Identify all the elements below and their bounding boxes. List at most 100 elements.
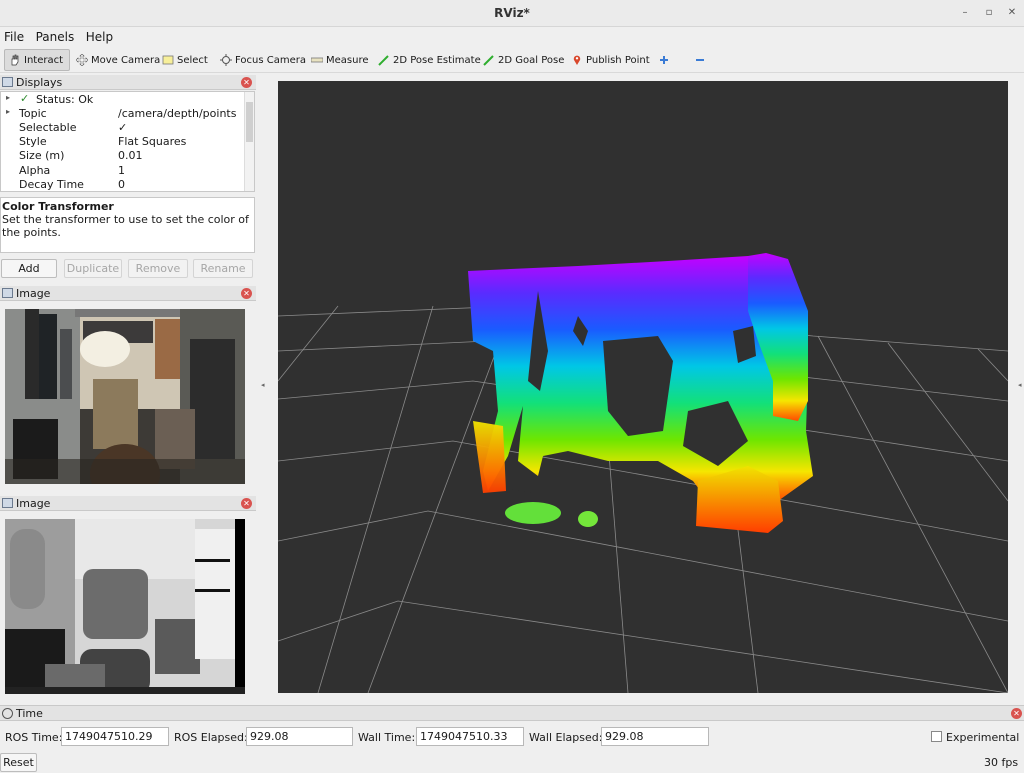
property-row[interactable]: Alpha 1 [1,164,244,178]
focus-crosshair-icon [220,54,232,66]
close-icon[interactable]: ✕ [1005,6,1019,20]
selectable-checkbox[interactable]: ✓ [118,121,127,134]
publish-point-tool[interactable]: Publish Point [567,49,654,71]
property-row[interactable]: Selectable ✓ [1,121,244,135]
select-box-icon [162,55,174,65]
map-pin-icon [573,55,581,65]
menu-bar: File Panels Help [0,27,1024,47]
time-panel-title: Time [16,707,43,720]
move-camera-tool[interactable]: Move Camera [72,49,164,71]
add-tool-button[interactable] [654,49,674,71]
property-value[interactable]: 0 [118,178,125,191]
property-value[interactable]: 1 [118,164,125,177]
rgb-camera-render [5,309,245,484]
collapse-left-icon[interactable]: ◂ [261,381,265,389]
depth-camera-render [5,519,245,694]
image-icon [2,498,13,508]
window-title: RViz* [494,6,530,20]
property-row[interactable]: ▸ ✓ Status: Ok [1,92,244,107]
reset-button[interactable]: Reset [0,753,37,772]
move-camera-label: Move Camera [91,54,161,66]
property-key: Topic [19,107,47,120]
properties-scrollbar[interactable] [244,92,254,191]
property-row[interactable]: Decay Time 0 [1,178,244,192]
focus-camera-tool[interactable]: Focus Camera [216,49,310,71]
property-value[interactable]: /camera/depth/points [118,107,236,120]
publish-point-label: Publish Point [586,54,650,66]
status-label: Status: Ok [36,93,94,106]
move-arrows-icon [76,54,88,66]
expand-arrow-icon[interactable]: ▸ [6,93,10,102]
add-button[interactable]: Add [1,259,57,278]
display-properties-tree: ▸ ✓ Status: Ok ▸ Topic /camera/depth/poi… [0,91,255,192]
displays-header: Displays ✕ [0,75,256,90]
remove-button[interactable]: Remove [128,259,188,278]
3d-viewport[interactable] [278,81,1008,693]
select-tool[interactable]: Select [158,49,212,71]
restore-icon[interactable]: ▫ [982,6,996,20]
green-arrow-icon [378,55,389,66]
property-value[interactable]: 0.01 [118,149,143,162]
property-key: Alpha [19,164,51,177]
image-panel-2-title: Image [16,497,51,510]
menu-help[interactable]: Help [82,27,117,44]
clock-icon [2,708,13,719]
image-icon [2,288,13,298]
time-panel-header: Time ✕ [0,705,1024,721]
left-dock-splitter[interactable]: ◂ [260,81,266,693]
hand-icon [11,54,19,66]
ros-time-label: ROS Time: [5,731,63,744]
interact-tool[interactable]: Interact [4,49,70,71]
minus-icon [696,59,704,61]
property-row[interactable]: Style Flat Squares [1,135,244,149]
displays-title: Displays [16,76,63,89]
close-icon[interactable]: ✕ [241,498,252,509]
property-key: Style [19,135,47,148]
close-icon[interactable]: ✕ [241,77,252,88]
depth-camera-image [5,519,245,694]
description-text: Set the transformer to use to set the co… [2,213,249,239]
ros-elapsed-field[interactable]: 929.08 [246,727,353,746]
monitor-icon [2,77,13,87]
interact-label: Interact [24,54,64,66]
collapse-right-icon[interactable]: ◂ [1018,381,1022,389]
expand-arrow-icon[interactable]: ▸ [6,107,10,116]
close-icon[interactable]: ✕ [1011,708,1022,719]
experimental-checkbox[interactable] [931,731,942,742]
property-value[interactable]: Flat Squares [118,135,186,148]
property-key: Decay Time [19,178,84,191]
plus-icon [660,56,668,64]
scrollbar-thumb[interactable] [246,102,253,142]
property-key: Size (m) [19,149,65,162]
ruler-icon [311,57,323,63]
wall-time-field[interactable]: 1749047510.33 [416,727,524,746]
property-row[interactable]: Size (m) 0.01 [1,149,244,163]
right-dock-splitter[interactable]: ◂ [1016,81,1022,693]
wall-elapsed-field[interactable]: 929.08 [601,727,709,746]
wall-time-label: Wall Time: [358,731,416,744]
rgb-camera-image [5,309,245,484]
ros-time-field[interactable]: 1749047510.29 [61,727,169,746]
pose-estimate-tool[interactable]: 2D Pose Estimate [374,49,485,71]
measure-tool[interactable]: Measure [307,49,373,71]
property-row[interactable]: ▸ Topic /camera/depth/points [1,107,244,121]
menu-file[interactable]: File [0,27,28,44]
close-icon[interactable]: ✕ [241,288,252,299]
goal-pose-tool[interactable]: 2D Goal Pose [479,49,568,71]
title-bar: RViz* – ▫ ✕ [0,0,1024,27]
image-panel-1-header: Image ✕ [0,286,256,301]
duplicate-button[interactable]: Duplicate [64,259,122,278]
tool-bar: Interact Move Camera Select Focus Camera… [0,47,1024,73]
image-panel-2-header: Image ✕ [0,496,256,511]
experimental-label: Experimental [946,731,1020,744]
minimize-icon[interactable]: – [958,6,972,20]
property-key: Selectable [19,121,77,134]
description-title: Color Transformer [2,200,114,213]
rename-button[interactable]: Rename [193,259,253,278]
remove-tool-button[interactable] [690,49,710,71]
point-cloud-render [278,253,1008,693]
focus-camera-label: Focus Camera [235,54,306,66]
menu-panels[interactable]: Panels [32,27,79,44]
image-panel-1-title: Image [16,287,51,300]
fps-label: 30 fps [984,756,1019,769]
